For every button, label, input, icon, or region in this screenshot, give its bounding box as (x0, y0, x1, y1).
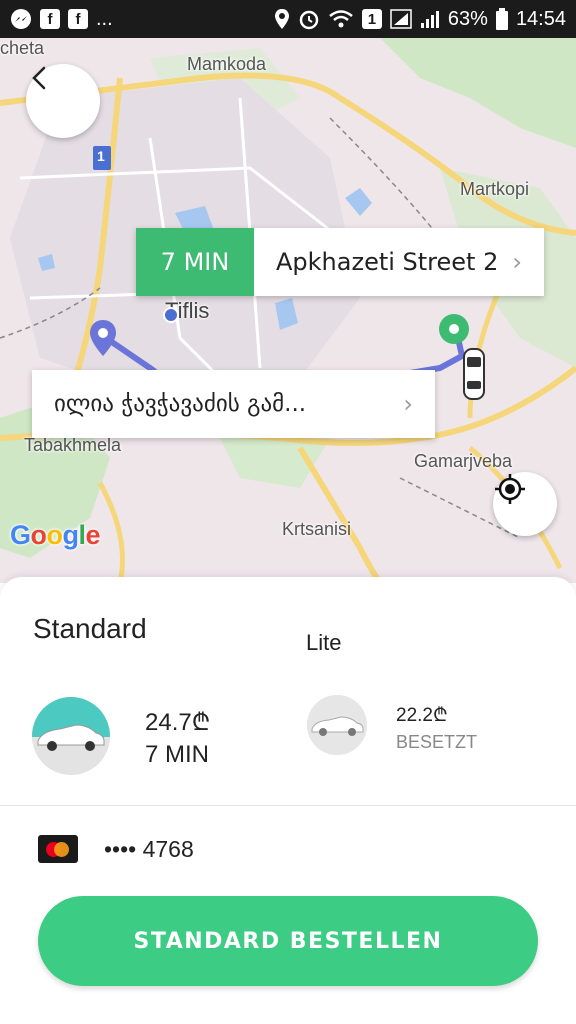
destination-pin-icon (439, 314, 469, 344)
lite-car-icon[interactable] (307, 695, 367, 755)
more-notifications-indicator: ... (96, 7, 113, 30)
sim-badge: 1 (361, 9, 382, 29)
signal-icon (390, 9, 412, 29)
divider (0, 805, 576, 806)
payment-method-row[interactable]: •••• 4768 (38, 835, 194, 863)
map-view[interactable]: cheta Mamkoda Martkopi Tiflis Tabakhmela… (0, 38, 576, 583)
ride-options-sheet: Standard Lite 24.7₾ 7 MIN 22.2₾ BESETZT … (0, 577, 576, 1024)
signal-bars-icon (420, 9, 440, 29)
pickup-address-card[interactable]: ილია ჭავჭავაძის გამ... › (32, 370, 435, 438)
standard-eta: 7 MIN (145, 741, 210, 768)
messenger-icon (10, 8, 32, 30)
location-icon (274, 8, 290, 30)
tier-lite-title[interactable]: Lite (306, 630, 341, 656)
map-label-gamarjveba: Gamarjveba (414, 451, 513, 471)
google-logo: Google (10, 520, 101, 550)
destination-address-text: Apkhazeti Street 2 (276, 248, 499, 276)
map-label-tabakhmela: Tabakhmela (24, 435, 122, 455)
standard-price: 24.7₾ (145, 709, 211, 736)
back-button[interactable] (26, 64, 100, 138)
map-label-cheta: cheta (0, 38, 45, 58)
city-dot-icon (163, 307, 179, 323)
map-label-martkopi: Martkopi (460, 179, 530, 199)
wifi-icon (328, 9, 354, 29)
chevron-left-icon (32, 66, 46, 90)
chevron-right-icon: › (512, 248, 522, 276)
crosshair-icon (495, 474, 525, 504)
map-label-krtsanisi: Krtsanisi (282, 519, 352, 539)
standard-car-icon[interactable] (32, 697, 110, 775)
pickup-address-text: ილია ჭავჭავაძის გამ... (54, 391, 307, 417)
my-location-button[interactable] (493, 472, 557, 536)
pickup-pin-icon (90, 320, 116, 356)
status-bar: f f ... 1 63% 14:54 (0, 0, 576, 38)
road-shield: 1 (97, 148, 105, 164)
chevron-right-icon: › (403, 390, 413, 418)
destination-eta-card[interactable]: 7 MIN Apkhazeti Street 2 › (136, 228, 544, 296)
destination-address: Apkhazeti Street 2 › (254, 228, 544, 296)
eta-time: 7 MIN (136, 228, 254, 296)
card-number: •••• 4768 (104, 835, 194, 862)
mastercard-icon (38, 835, 78, 863)
car-marker-icon (463, 348, 485, 400)
lite-price: 22.2₾ (396, 705, 448, 726)
battery-icon (495, 8, 508, 30)
alarm-icon (298, 8, 320, 30)
clock: 14:54 (515, 7, 566, 30)
battery-percent: 63% (447, 7, 488, 30)
order-standard-button[interactable]: STANDARD BESTELLEN (38, 896, 538, 986)
lite-status: BESETZT (396, 732, 478, 752)
tier-standard-title[interactable]: Standard (33, 613, 147, 645)
facebook-icon: f (40, 9, 60, 29)
facebook-icon: f (68, 9, 88, 29)
map-label-mamkoda: Mamkoda (187, 54, 267, 74)
